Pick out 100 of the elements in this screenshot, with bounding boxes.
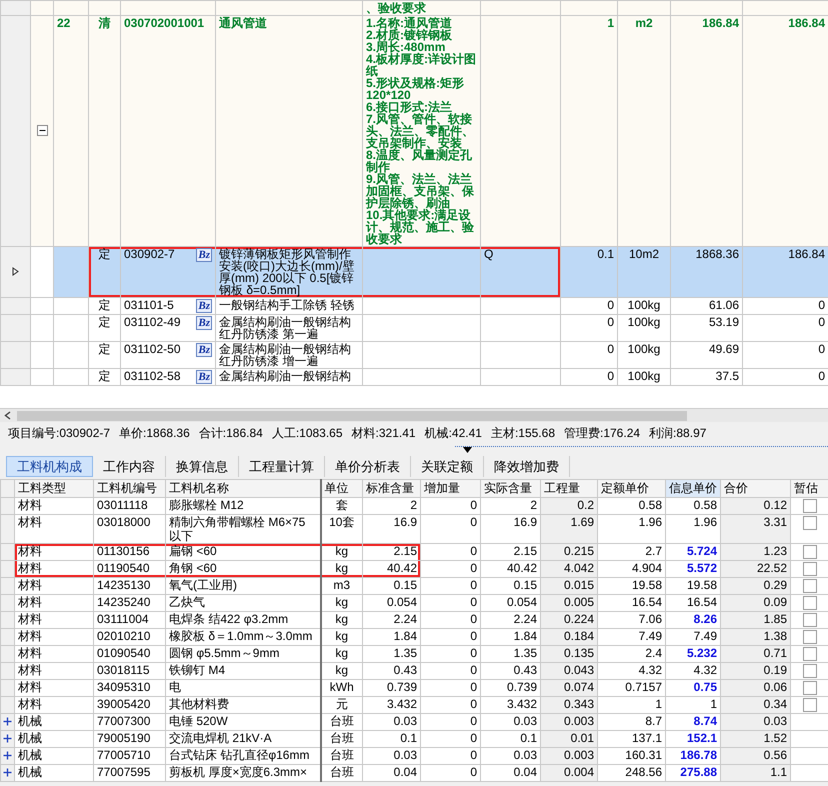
table-cell: 电锤 520W: [169, 714, 228, 728]
table-cell: 14235130: [97, 578, 150, 592]
table-cell: 0.1: [520, 731, 537, 745]
table-cell: 77005710: [97, 748, 150, 762]
table-cell: 61.06: [708, 298, 739, 312]
column-header[interactable]: 工料类型: [14, 480, 94, 498]
column-header[interactable]: 定额单价: [598, 480, 666, 498]
checkbox[interactable]: [802, 680, 816, 695]
checkbox[interactable]: [802, 596, 816, 610]
feature-line: 5.形状及规格:矩形120*120: [366, 77, 466, 101]
table-cell: 275.88: [680, 765, 717, 779]
table-cell: kg: [335, 595, 348, 609]
tab[interactable]: 单价分析表: [325, 456, 411, 477]
tab[interactable]: 换算信息: [166, 456, 239, 477]
table-cell: 0: [818, 316, 825, 329]
expand-icon[interactable]: [3, 734, 12, 743]
scrollbar-thumb[interactable]: [17, 410, 687, 420]
tab[interactable]: 降效增加费: [484, 456, 570, 477]
summary-item: 单价:1868.36: [119, 426, 190, 440]
table-cell: 2.4: [645, 646, 662, 660]
table-cell: 0.054: [506, 595, 537, 609]
table-cell: 0.19: [764, 663, 787, 677]
table-cell: 10套: [329, 515, 354, 529]
column-header[interactable]: 工料机名称: [166, 480, 320, 498]
table-cell: 4.32: [638, 663, 662, 677]
table-cell: 16.54: [686, 595, 717, 609]
table-cell: 0.03: [394, 714, 417, 728]
horizontal-scrollbar[interactable]: [0, 408, 828, 422]
table-cell: 材料: [18, 612, 42, 626]
table-cell: kg: [335, 561, 348, 575]
checkbox[interactable]: [802, 612, 816, 627]
table-cell: 橡胶板 δ＝1.0mm～3.0mm: [169, 629, 312, 643]
table-cell: 02010210: [97, 629, 150, 643]
column-header[interactable]: 工料机编号: [94, 480, 166, 498]
column-header[interactable]: 合价: [720, 480, 790, 498]
table-cell: 186.84: [702, 16, 739, 30]
checkbox[interactable]: [802, 516, 816, 530]
table-cell: 186.84: [788, 248, 825, 261]
table-cell: 0.03: [764, 714, 787, 728]
table-cell: kWh: [330, 680, 354, 694]
table-cell: 1.35: [394, 646, 417, 660]
table-cell: 0.003: [564, 748, 594, 762]
column-header[interactable]: 单位: [320, 480, 362, 498]
table-cell: 0.12: [764, 498, 787, 512]
table-cell: 8.74: [694, 714, 717, 728]
checkbox[interactable]: [802, 630, 816, 644]
checkbox[interactable]: [802, 664, 816, 678]
scroll-left-icon[interactable]: [4, 411, 11, 420]
table-cell: 精制六角带帽螺栓 M6×75以下: [169, 515, 306, 543]
splitter-bar[interactable]: [455, 446, 828, 454]
checkbox[interactable]: [802, 698, 816, 712]
table-cell: 其他材料费: [169, 697, 229, 711]
checkbox[interactable]: [802, 646, 816, 661]
expand-icon[interactable]: [3, 751, 12, 760]
table-cell: 材料: [18, 544, 42, 558]
table-cell: 16.9: [394, 515, 417, 529]
column-header[interactable]: 增加量: [420, 480, 480, 498]
table-cell: 定: [98, 248, 110, 261]
table-cell: 清: [98, 16, 110, 30]
table-cell: 0: [470, 697, 477, 711]
table-cell: 0: [470, 663, 477, 677]
table-cell: 137.1: [632, 731, 662, 745]
table-cell: 0: [607, 370, 614, 383]
column-header[interactable]: 工程量: [540, 480, 598, 498]
collapse-arrow-icon[interactable]: [463, 447, 472, 453]
column-header[interactable]: 实际含量: [480, 480, 540, 498]
checkbox[interactable]: [802, 498, 816, 513]
feature-line: 6.接口形式:法兰: [366, 101, 452, 113]
checkbox[interactable]: [802, 544, 816, 559]
checkbox[interactable]: [802, 578, 816, 593]
tab[interactable]: 关联定额: [411, 456, 484, 477]
table-cell: 交流电焊机 21kV·A: [169, 731, 272, 745]
tab[interactable]: 工程量计算: [239, 456, 325, 477]
table-cell: 49.69: [708, 342, 739, 356]
expand-icon[interactable]: [3, 768, 12, 777]
collapse-toggle-icon[interactable]: [36, 124, 48, 136]
table-cell: m3: [333, 578, 350, 592]
column-header[interactable]: 标准含量: [362, 480, 420, 498]
expand-icon[interactable]: [3, 717, 12, 726]
table-cell: 0.1: [400, 731, 417, 745]
table-cell: 01130156: [97, 544, 150, 558]
tab[interactable]: 工作内容: [93, 456, 166, 477]
table-cell: 03018000: [97, 515, 150, 529]
table-cell: 1: [655, 697, 662, 711]
checkbox[interactable]: [802, 562, 816, 576]
tab[interactable]: 工料机构成: [6, 456, 93, 477]
table-cell: 0: [818, 298, 825, 312]
quota-badge-icon: Bz: [196, 370, 212, 384]
table-cell: 金属结构刷油一般钢结构: [219, 370, 351, 383]
column-header[interactable]: 信息单价: [666, 480, 720, 498]
summary-item: 材料:321.41: [352, 426, 416, 440]
table-cell: 电: [169, 680, 181, 694]
table-cell: 台班: [330, 714, 354, 728]
table-cell: 剪板机 厚度×宽度6.3mm×: [169, 765, 308, 779]
table-cell: 氧气(工业用): [169, 578, 237, 592]
column-header[interactable]: 暂估: [790, 480, 828, 498]
table-cell: 0: [470, 561, 477, 575]
table-cell: 0: [470, 498, 477, 512]
table-cell: 0.739: [506, 680, 537, 694]
table-cell: 1.35: [514, 646, 537, 660]
